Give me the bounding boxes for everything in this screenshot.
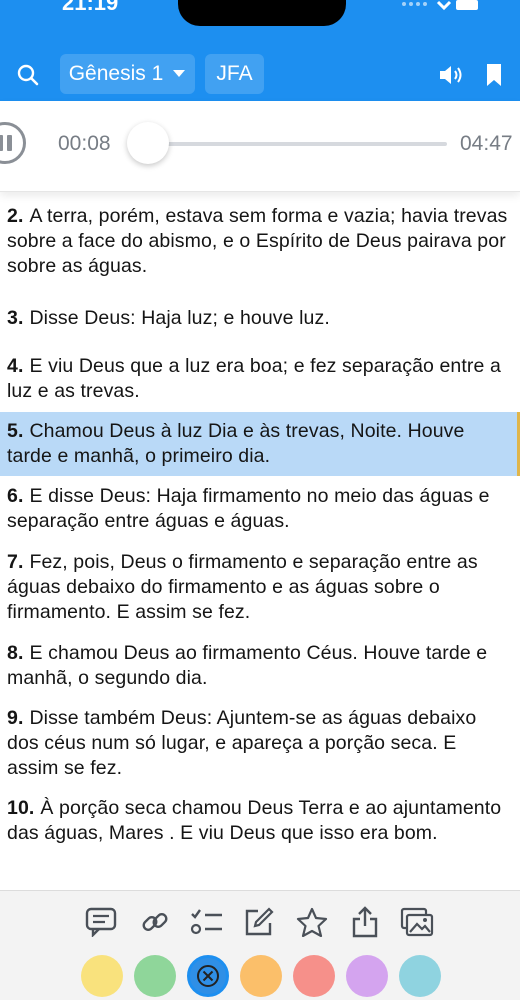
pause-icon: [0, 135, 3, 151]
image-icon[interactable]: [400, 905, 434, 939]
list-icon[interactable]: [190, 905, 224, 939]
verse-6[interactable]: 6. E disse Deus: Haja firmamento no meio …: [0, 484, 520, 534]
chevron-down-icon: [173, 70, 186, 77]
verse-number: 4.: [7, 355, 24, 377]
edit-icon[interactable]: [242, 905, 276, 939]
verse-action-toolbar: [0, 890, 520, 1000]
verse-text: E viu Deus que a luz era boa; e fez sepa…: [7, 355, 501, 402]
verse-text: E disse Deus: Haja firmamento no meio da…: [7, 485, 490, 532]
audio-player: 00:08 04:47: [0, 101, 520, 192]
color-swatch-green[interactable]: [134, 955, 176, 997]
color-swatch-yellow[interactable]: [81, 955, 123, 997]
book-chapter-selector[interactable]: Gênesis 1: [60, 54, 195, 94]
note-icon[interactable]: [84, 905, 118, 939]
star-icon[interactable]: [295, 905, 329, 939]
status-time: 21:19: [62, 0, 119, 15]
verse-number: 7.: [7, 551, 24, 573]
link-icon[interactable]: [138, 905, 172, 939]
device-notch: [178, 0, 346, 26]
color-swatch-purple[interactable]: [346, 955, 388, 997]
version-selector[interactable]: JFA: [205, 54, 264, 94]
bookmark-icon[interactable]: [484, 61, 504, 89]
clear-highlight-icon: [197, 965, 219, 987]
verse-text: Disse Deus: Haja luz; e houve luz.: [29, 307, 330, 329]
verse-5[interactable]: 5. Chamou Deus à luz Dia e às trevas, Noi…: [0, 412, 520, 476]
verse-text: Fez, pois, Deus o firmamento e separação…: [7, 551, 478, 623]
verse-text: Disse também Deus: Ajuntem-se as águas d…: [7, 707, 477, 779]
version-label: JFA: [216, 62, 253, 85]
signal-wifi-battery-icon: [402, 0, 478, 11]
verse-8[interactable]: 8. E chamou Deus ao firmamento Céus. Houv…: [0, 641, 520, 691]
verse-number: 5.: [7, 420, 24, 442]
status-indicators: [400, 0, 480, 17]
book-chapter-label: Gênesis 1: [68, 62, 164, 85]
verse-text: À porção seca chamou Deus Terra e ao aju…: [7, 797, 502, 844]
verse-text: E chamou Deus ao firmamento Céus. Houve …: [7, 642, 488, 689]
color-swatch-red[interactable]: [293, 955, 335, 997]
search-icon[interactable]: [14, 61, 42, 89]
audio-progress-track[interactable]: [130, 142, 447, 146]
color-swatch-cyan[interactable]: [399, 955, 441, 997]
verse-7[interactable]: 7. Fez, pois, Deus o firmamento e separaç…: [0, 550, 520, 625]
total-time: 04:47: [460, 132, 513, 155]
verse-number: 10.: [7, 797, 35, 819]
color-swatch-orange[interactable]: [240, 955, 282, 997]
app-header: 21:19 Gênesis 1 JFA: [0, 0, 520, 101]
verse-text: Chamou Deus à luz Dia e às trevas, Noite…: [7, 420, 465, 467]
audio-progress-thumb[interactable]: [126, 122, 169, 164]
verse-text: A terra, porém, estava sem forma e vazia…: [7, 205, 508, 277]
verse-9[interactable]: 9. Disse também Deus: Ajuntem-se as águas…: [0, 706, 520, 781]
speaker-icon[interactable]: [437, 61, 465, 89]
share-icon[interactable]: [348, 905, 382, 939]
header-nav: Gênesis 1 JFA: [0, 54, 520, 94]
verse-number: 9.: [7, 707, 24, 729]
pause-button[interactable]: [0, 122, 26, 164]
color-swatch-blue[interactable]: [187, 955, 229, 997]
verse-number: 3.: [7, 307, 24, 329]
verse-3[interactable]: 3. Disse Deus: Haja luz; e houve luz.: [0, 306, 520, 331]
elapsed-time: 00:08: [58, 132, 111, 155]
verse-4[interactable]: 4. E viu Deus que a luz era boa; e fez se…: [0, 354, 520, 404]
verse-10[interactable]: 10. À porção seca chamou Deus Terra e ao …: [0, 796, 520, 846]
verse-2[interactable]: 2. A terra, porém, estava sem forma e vaz…: [0, 204, 520, 279]
verse-number: 6.: [7, 485, 24, 507]
verse-number: 2.: [7, 205, 24, 227]
verse-number: 8.: [7, 642, 24, 664]
